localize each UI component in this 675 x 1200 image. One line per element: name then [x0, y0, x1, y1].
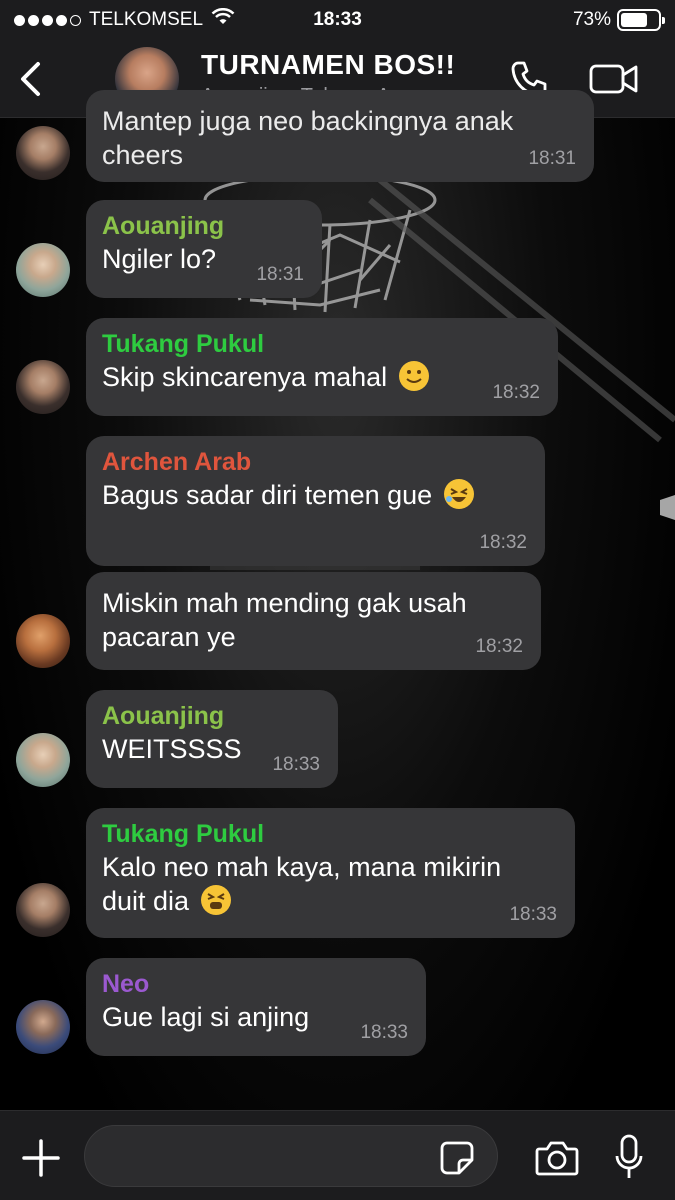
message-bubble[interactable]: Tukang Pukul Skip skincarenya mahal 18:3… [86, 318, 558, 416]
message-text: Mantep juga neo backingnya anak cheers [102, 106, 514, 170]
message-time: 18:31 [528, 148, 576, 169]
message-bubble[interactable]: Aouanjing Ngiler lo? 18:31 [86, 200, 322, 298]
carrier-name: TELKOMSEL [89, 9, 204, 30]
back-button[interactable] [0, 40, 60, 118]
sender-name: Tukang Pukul [102, 330, 265, 358]
message-time: 18:31 [256, 264, 304, 285]
microphone-button[interactable] [606, 1131, 652, 1185]
avatar-tukang-pukul[interactable] [16, 360, 70, 414]
message-bubble[interactable]: Archen Arab Bagus sadar diri temen gue 1… [86, 436, 545, 566]
message-text-line-2: duit dia [102, 886, 190, 916]
avatar-archen-arab[interactable] [16, 614, 70, 668]
attach-button[interactable] [18, 1135, 64, 1181]
message-time: 18:32 [475, 636, 523, 657]
wifi-icon [211, 7, 235, 32]
avatar-neo[interactable] [16, 1000, 70, 1054]
camera-icon [535, 1141, 579, 1176]
sender-name: Aouanjing [102, 702, 225, 730]
video-call-button[interactable] [586, 56, 642, 102]
message-bubble[interactable]: Aouanjing WEITSSSS 18:33 [86, 690, 338, 788]
avatar-aouanjing[interactable] [16, 733, 70, 787]
video-camera-icon [589, 64, 638, 94]
avatar-aouanjing[interactable] [16, 243, 70, 297]
message-text: Skip skincarenya mahal [102, 362, 388, 392]
message-bubble[interactable]: Neo Gue lagi si anjing 18:33 [86, 958, 426, 1056]
sender-name: Tukang Pukul [102, 820, 265, 848]
signal-strength-icon [14, 14, 81, 26]
message-time: 18:32 [479, 532, 527, 553]
avatar-tukang-pukul[interactable] [16, 126, 70, 180]
tired-face-icon [200, 885, 231, 915]
composer-bar [0, 1110, 675, 1200]
sender-name: Aouanjing [102, 212, 225, 240]
status-bar: TELKOMSEL 18:33 73% [0, 0, 675, 40]
message-text-line-2: pacaran ye [102, 622, 236, 652]
sticker-icon [440, 1141, 474, 1175]
plus-icon [22, 1139, 60, 1177]
sender-name: Neo [102, 970, 150, 998]
battery-percentage: 73% [572, 9, 611, 30]
slightly-smiling-face-icon [398, 361, 429, 391]
sender-name: Archen Arab [102, 448, 252, 476]
message-time: 18:33 [272, 754, 320, 775]
avatar-tukang-pukul[interactable] [16, 883, 70, 937]
message-bubble[interactable]: Mantep juga neo backingnya anak cheers 1… [86, 90, 594, 182]
message-text-line-1: Miskin mah mending gak usah [102, 588, 467, 618]
message-time: 18:33 [360, 1022, 408, 1043]
message-text: Bagus sadar diri temen gue [102, 480, 433, 510]
message-time: 18:33 [509, 904, 557, 925]
message-text-line-1: Kalo neo mah kaya, mana mikirin [102, 852, 502, 882]
chevron-left-icon [21, 61, 40, 96]
message-time: 18:32 [492, 382, 540, 403]
battery-icon [617, 9, 665, 31]
group-name: TURNAMEN BOS!! [201, 49, 456, 80]
microphone-icon [615, 1134, 643, 1178]
message-bubble[interactable]: Miskin mah mending gak usah pacaran ye 1… [86, 572, 541, 670]
message-bubble[interactable]: Tukang Pukul Kalo neo mah kaya, mana mik… [86, 808, 575, 938]
sticker-button[interactable] [436, 1137, 478, 1179]
camera-button[interactable] [532, 1135, 582, 1181]
rolling-on-floor-laughing-icon [443, 479, 474, 509]
